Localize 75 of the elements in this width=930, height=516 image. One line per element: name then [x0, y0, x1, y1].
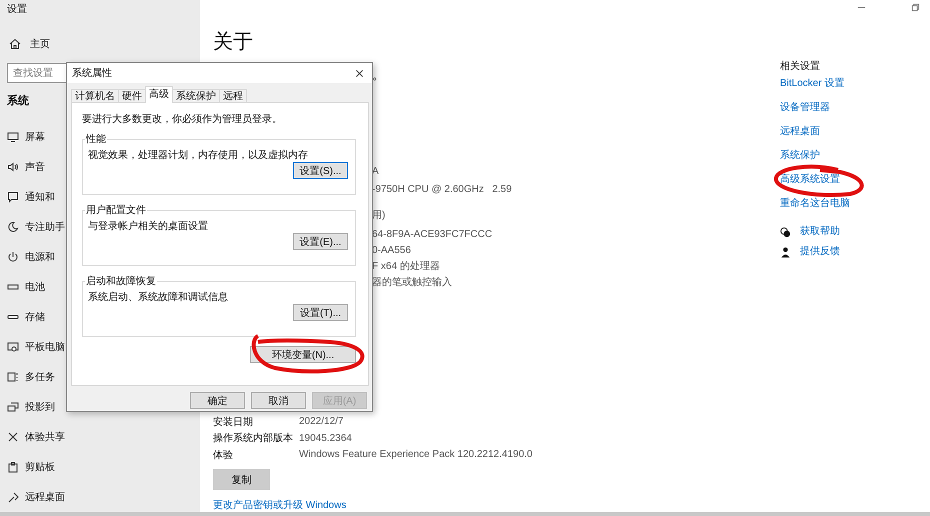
spec-text: 器的笔或触控输入	[372, 276, 453, 290]
spec-text: 64-8F9A-ACE93FC7FCCC	[372, 228, 494, 242]
nav-item[interactable]: 声音	[25, 160, 45, 174]
spec-value: 19045.2364	[299, 432, 352, 444]
dialog-title: 系统属性	[72, 66, 112, 80]
settings-button[interactable]: 设置(E)...	[293, 233, 348, 250]
restore-icon[interactable]	[911, 3, 920, 12]
related-link[interactable]: 系统保护	[780, 150, 850, 162]
settings-button[interactable]: 设置(T)...	[293, 304, 348, 321]
help-link[interactable]: 提供反馈	[800, 246, 840, 258]
related-link[interactable]: 重命名这台电脑	[780, 198, 850, 210]
nav-item[interactable]: 体验共享	[25, 430, 65, 444]
nav-item[interactable]: 远程桌面	[25, 490, 65, 504]
nav-icon	[7, 161, 19, 173]
dialog-tab[interactable]: 计算机名	[71, 89, 119, 103]
dialog-button[interactable]: 确定	[190, 392, 245, 409]
nav-item[interactable]: 剪贴板	[25, 460, 55, 474]
nav-item[interactable]: 投影到	[25, 400, 55, 414]
nav-icon	[7, 251, 19, 263]
home-icon	[9, 38, 21, 50]
group-description: 视觉效果，处理器计划，内存使用，以及虚拟内存	[88, 148, 309, 162]
related-link[interactable]: BitLocker 设置	[780, 78, 850, 90]
related-heading: 相关设置	[780, 61, 821, 73]
upgrade-link[interactable]: 更改产品密钥或升级 Windows	[213, 500, 780, 512]
related-link[interactable]: 设备管理器	[780, 102, 850, 114]
group-title: 性能	[85, 132, 107, 146]
environment-variables-button[interactable]: 环境变量(N)...	[250, 346, 356, 363]
dialog-button[interactable]: 取消	[251, 392, 306, 409]
nav-icon	[7, 131, 19, 143]
copy-button[interactable]: 复制	[213, 469, 270, 490]
home-link[interactable]: 主页	[30, 37, 50, 51]
spec-text: F x64 的处理器	[372, 260, 441, 274]
spec-text: -9750H CPU @ 2.60GHz 2.59	[372, 183, 513, 197]
nav-icon	[7, 491, 19, 503]
help-link[interactable]: 获取帮助	[800, 226, 840, 238]
nav-icon	[7, 221, 19, 233]
group-title: 用户配置文件	[85, 204, 147, 217]
nav-item[interactable]: 屏幕	[25, 130, 45, 144]
spec-label: 操作系统内部版本	[213, 432, 294, 446]
dialog-tab[interactable]: 远程	[219, 89, 247, 103]
nav-icon	[7, 401, 19, 413]
app-title: 设置	[7, 2, 27, 17]
group-title: 启动和故障恢复	[85, 274, 157, 288]
nav-item[interactable]: 存储	[25, 310, 45, 324]
nav-icon	[7, 191, 19, 203]
spec-text: 用)	[372, 209, 386, 223]
settings-button[interactable]: 设置(S)...	[293, 162, 348, 179]
admin-notice: 要进行大多数更改，你必须作为管理员登录。	[82, 112, 283, 126]
nav-icon	[7, 371, 19, 383]
section-heading: 系统	[7, 95, 29, 109]
spec-label: 体验	[213, 448, 234, 462]
nav-item[interactable]: 通知和	[25, 190, 55, 204]
group-description: 系统启动、系统故障和调试信息	[88, 290, 229, 304]
related-link[interactable]: 高级系统设置	[780, 174, 850, 186]
nav-item[interactable]: 平板电脑	[25, 340, 65, 354]
person-icon	[780, 246, 791, 258]
spec-text: 0-AA556	[372, 244, 412, 258]
nav-item[interactable]: 电源和	[25, 250, 55, 264]
close-icon[interactable]	[355, 68, 364, 78]
nav-item[interactable]: 电池	[25, 280, 45, 294]
nav-item[interactable]: 多任务	[25, 370, 55, 384]
spec-text: 。	[372, 68, 386, 82]
dialog-tab[interactable]: 硬件	[118, 89, 146, 103]
spec-label: 安装日期	[213, 416, 254, 429]
nav-icon	[7, 341, 19, 353]
dialog-tab[interactable]: 高级	[145, 86, 173, 103]
nav-icon	[7, 461, 19, 473]
group-description: 与登录帐户相关的桌面设置	[88, 220, 209, 233]
related-link[interactable]: 远程桌面	[780, 126, 850, 138]
nav-icon	[7, 431, 19, 443]
chat-icon	[780, 226, 791, 238]
nav-item[interactable]: 专注助手	[25, 220, 65, 234]
spec-value: Windows Feature Experience Pack 120.2212.4190.0	[299, 449, 532, 460]
spec-value: 2022/12/7	[299, 416, 344, 428]
page-title: 关于	[213, 30, 254, 54]
